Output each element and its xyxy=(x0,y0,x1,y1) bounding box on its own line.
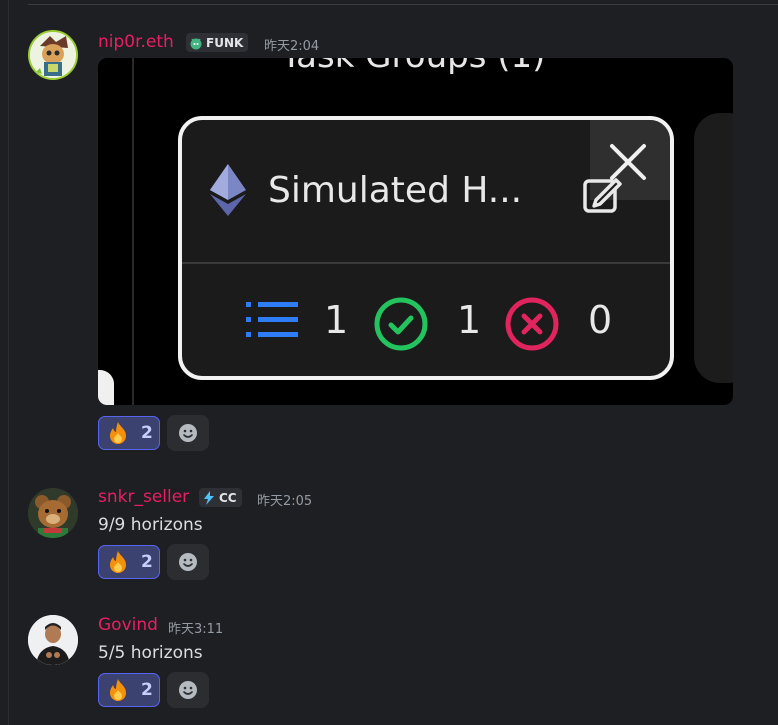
add-reaction-button[interactable] xyxy=(167,415,209,451)
username[interactable]: nip0r.eth xyxy=(98,32,174,52)
reaction-count: 2 xyxy=(141,423,153,443)
ethereum-icon xyxy=(210,164,246,216)
next-card-edge xyxy=(694,113,733,383)
username[interactable]: snkr_seller xyxy=(98,487,189,507)
reaction-fire[interactable]: 2 xyxy=(98,416,160,450)
fail-count: 0 xyxy=(588,298,613,342)
avatar[interactable] xyxy=(28,30,78,80)
left-divider-line xyxy=(132,58,134,405)
reaction-count: 2 xyxy=(141,552,153,572)
list-count: 1 xyxy=(324,298,349,342)
user-tag[interactable]: FUNK xyxy=(186,33,249,52)
reaction-count: 2 xyxy=(141,680,153,700)
username[interactable]: Govind xyxy=(98,615,158,635)
card-divider xyxy=(182,262,670,264)
bear-avatar-icon xyxy=(28,488,78,538)
timestamp[interactable]: 昨天3:11 xyxy=(168,618,223,637)
person-avatar-icon xyxy=(28,615,78,665)
user-tag[interactable]: CC xyxy=(199,488,242,507)
funk-tag-icon xyxy=(189,36,203,50)
reaction-fire[interactable]: 2 xyxy=(98,673,160,707)
avatar[interactable] xyxy=(28,488,78,538)
message-text: 9/9 horizons xyxy=(98,515,203,535)
avatar[interactable] xyxy=(28,615,78,665)
message-text: 5/5 horizons xyxy=(98,643,203,663)
card-title: Simulated H... xyxy=(268,170,523,211)
tag-label: FUNK xyxy=(206,35,244,50)
add-reaction-button[interactable] xyxy=(167,544,209,580)
task-card: Simulated H... 1 1 0 xyxy=(178,116,674,380)
tag-label: CC xyxy=(219,490,237,505)
smiley-icon xyxy=(179,681,197,699)
success-icon xyxy=(374,297,428,351)
lightning-icon xyxy=(202,490,216,505)
fail-icon xyxy=(505,297,559,351)
fire-icon xyxy=(110,551,126,573)
timestamp[interactable]: 昨天2:05 xyxy=(257,490,312,509)
smiley-icon xyxy=(179,424,197,442)
list-icon xyxy=(246,302,298,337)
timestamp[interactable]: 昨天2:04 xyxy=(264,35,319,54)
fire-icon xyxy=(110,679,126,701)
skull-avatar-icon xyxy=(30,32,76,78)
success-count: 1 xyxy=(457,298,482,342)
edit-icon[interactable] xyxy=(582,172,624,214)
partial-header-text: Task Groups (1) xyxy=(281,58,545,76)
message-1: nip0r.eth FUNK 昨天2:04 Task Groups (1) Si… xyxy=(0,0,778,460)
white-corner xyxy=(98,370,114,405)
smiley-icon xyxy=(179,553,197,571)
fire-icon xyxy=(110,422,126,444)
reaction-fire[interactable]: 2 xyxy=(98,545,160,579)
image-attachment[interactable]: Task Groups (1) Simulated H... xyxy=(98,58,733,405)
add-reaction-button[interactable] xyxy=(167,672,209,708)
